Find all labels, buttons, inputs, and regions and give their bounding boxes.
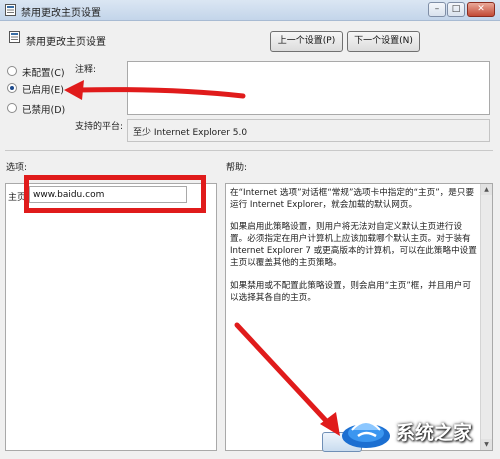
minimize-button[interactable]: – xyxy=(428,2,446,17)
options-pane xyxy=(5,183,217,451)
close-icon: ✕ xyxy=(477,4,485,14)
radio-label: 未配置(C) xyxy=(22,68,65,79)
comment-label: 注释: xyxy=(75,65,97,75)
radio-button-selected[interactable] xyxy=(7,83,17,93)
policy-dialog-window: 禁用更改主页设置 – □ ✕ 禁用更改主页设置 上一个设置(P) 下一个设置(N… xyxy=(0,0,500,459)
maximize-button[interactable]: □ xyxy=(447,2,465,17)
window-title: 禁用更改主页设置 xyxy=(21,8,101,19)
watermark: 系统之家 xyxy=(336,410,496,454)
maximize-icon: □ xyxy=(451,4,461,14)
home-page-input[interactable] xyxy=(29,186,187,203)
scroll-up-arrow-icon[interactable]: ▲ xyxy=(481,184,492,195)
radio-button[interactable] xyxy=(7,66,17,76)
help-paragraph: 在“Internet 选项”对话框“常规”选项卡中指定的“主页”，是只要运行 I… xyxy=(230,188,475,211)
policy-title: 禁用更改主页设置 xyxy=(26,37,106,48)
watermark-text: 系统之家 xyxy=(396,422,473,444)
platform-label: 支持的平台: xyxy=(75,122,124,132)
options-label: 选项: xyxy=(6,163,28,173)
minimize-icon: – xyxy=(434,4,440,14)
arrow-head xyxy=(64,80,84,100)
divider xyxy=(5,150,493,151)
help-text: 在“Internet 选项”对话框“常规”选项卡中指定的“主页”，是只要运行 I… xyxy=(230,187,478,314)
title-bar[interactable]: 禁用更改主页设置 – □ ✕ xyxy=(0,0,500,21)
next-setting-button[interactable]: 下一个设置(N) xyxy=(347,31,420,52)
help-paragraph: 如果启用此策略设置，则用户将无法对自定义默认主页进行设置。必须指定在用户计算机上… xyxy=(230,222,477,269)
home-page-label: 主页 xyxy=(8,193,27,203)
help-paragraph: 如果禁用或不配置此策略设置，则会启用“主页”框，并且用户可以选择其各自的主页。 xyxy=(230,280,471,303)
policy-document-icon xyxy=(5,4,16,16)
platform-value: 至少 Internet Explorer 5.0 xyxy=(133,128,248,138)
policy-setting-icon xyxy=(9,31,20,43)
radio-label: 已启用(E) xyxy=(22,85,64,96)
radio-button[interactable] xyxy=(7,103,17,113)
watermark-logo-icon xyxy=(342,421,390,448)
supported-platform-field: 至少 Internet Explorer 5.0 xyxy=(127,119,490,142)
close-button[interactable]: ✕ xyxy=(467,2,495,17)
comment-textarea[interactable] xyxy=(127,61,490,115)
previous-setting-button[interactable]: 上一个设置(P) xyxy=(270,31,343,52)
radio-label: 已禁用(D) xyxy=(22,105,66,116)
help-label: 帮助: xyxy=(226,163,248,173)
